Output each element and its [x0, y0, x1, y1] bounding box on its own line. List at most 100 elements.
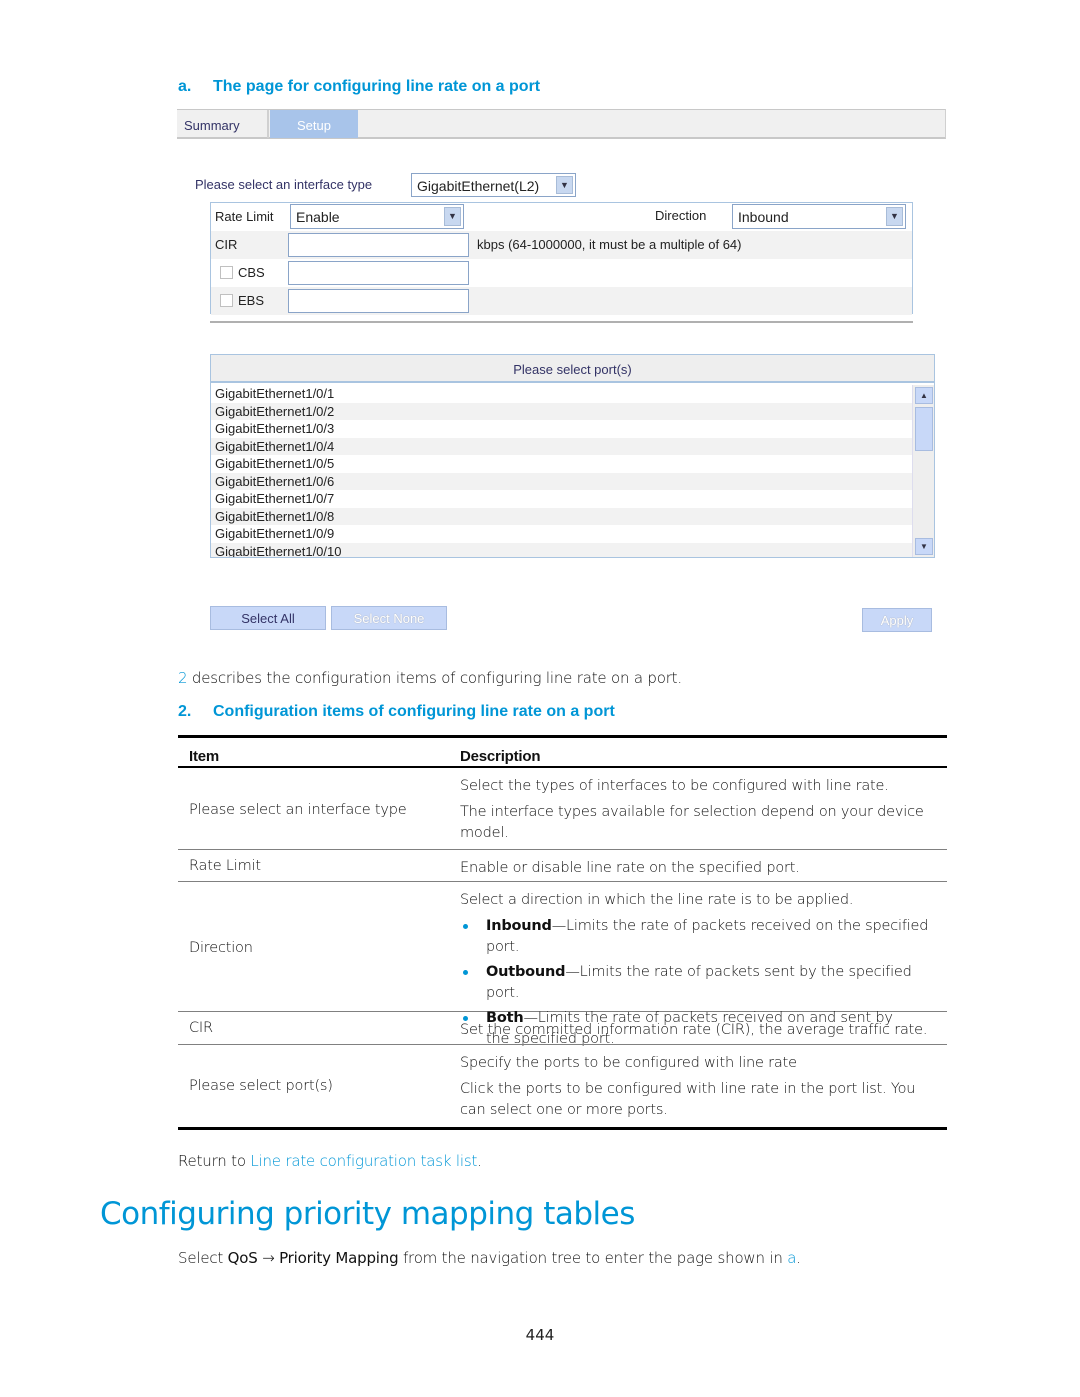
desc-line: Enable or disable line rate on the speci… — [460, 860, 800, 876]
form-row-cbs: CBS — [211, 259, 912, 287]
desc-line: Select the types of interfaces to be con… — [460, 778, 889, 794]
port-selector: Please select port(s) GigabitEthernet1/0… — [210, 354, 935, 558]
row-item: Rate Limit — [189, 858, 261, 874]
figure-caption-number: a. — [178, 78, 192, 95]
select-all-button[interactable]: Select All — [210, 606, 326, 630]
table-reference-link[interactable]: 2 — [178, 669, 188, 687]
scroll-up-arrow-icon[interactable]: ▲ — [915, 387, 933, 404]
ebs-checkbox[interactable] — [220, 294, 233, 307]
menu-qos: QoS — [227, 1249, 258, 1267]
form-row-ebs: EBS — [211, 287, 912, 315]
bullet-outbound: Outbound—Limits the rate of packets sent… — [460, 962, 947, 1004]
direction-value: Inbound — [738, 209, 789, 225]
port-item[interactable]: GigabitEthernet1/0/4 — [211, 437, 912, 455]
port-selector-header: Please select port(s) — [211, 355, 934, 383]
row-description: Enable or disable line rate on the speci… — [460, 850, 947, 885]
instruction-paragraph: Select QoS → Priority Mapping from the n… — [178, 1249, 801, 1267]
scroll-thumb[interactable] — [915, 407, 933, 451]
instruction-text: from the navigation tree to enter the pa… — [398, 1249, 788, 1267]
direction-select[interactable]: Inbound ▼ — [732, 204, 906, 229]
cbs-label: CBS — [238, 265, 265, 280]
row-description: Select the types of interfaces to be con… — [460, 768, 947, 850]
row-item: Please select port(s) — [189, 1078, 333, 1094]
form-row-cir: CIR kbps (64-1000000, it must be a multi… — [211, 231, 912, 259]
table-caption: 2. Configuration items of configuring lin… — [178, 703, 615, 721]
port-item[interactable]: GigabitEthernet1/0/1 — [211, 385, 912, 403]
chevron-down-icon[interactable]: ▼ — [556, 176, 573, 194]
ebs-label: EBS — [238, 293, 265, 308]
section-heading: Configuring priority mapping tables — [100, 1196, 635, 1232]
config-items-table: Item Description Please select an interf… — [178, 735, 947, 1130]
form-divider — [210, 321, 913, 323]
bullet-term: Inbound — [486, 918, 552, 934]
chevron-down-icon[interactable]: ▼ — [886, 207, 903, 226]
port-item[interactable]: GigabitEthernet1/0/7 — [211, 490, 912, 508]
chevron-down-icon[interactable]: ▼ — [444, 207, 461, 226]
arrow-right-icon: → — [257, 1249, 280, 1267]
port-list: GigabitEthernet1/0/1 GigabitEthernet1/0/… — [211, 385, 912, 557]
bullet-term: Outbound — [486, 964, 566, 980]
rate-limit-value: Enable — [296, 209, 340, 225]
figure-caption: a. The page for configuring line rate on … — [178, 78, 540, 96]
tab-setup[interactable]: Setup — [270, 110, 358, 138]
table-row: Direction Select a direction in which th… — [178, 882, 947, 1047]
interface-type-label: Please select an interface type — [195, 177, 373, 192]
table-row: Rate Limit Enable or disable line rate o… — [178, 850, 947, 882]
table-caption-text: Configuration items of configuring line … — [213, 703, 615, 720]
return-prefix: Return to — [178, 1152, 251, 1170]
port-item[interactable]: GigabitEthernet1/0/8 — [211, 507, 912, 525]
ebs-input[interactable] — [288, 289, 469, 313]
port-item[interactable]: GigabitEthernet1/0/9 — [211, 525, 912, 543]
header-item: Item — [189, 748, 220, 765]
return-line: Return to Line rate configuration task l… — [178, 1152, 482, 1170]
rate-limit-form: Rate Limit Enable ▼ Direction Inbound ▼ … — [210, 202, 913, 315]
table-caption-number: 2. — [178, 703, 192, 720]
port-list-scrollbar[interactable]: ▲ ▼ — [912, 385, 934, 557]
row-description: Set the committed information rate (CIR)… — [460, 1012, 947, 1047]
port-item[interactable]: GigabitEthernet1/0/5 — [211, 455, 912, 473]
bullet-text: —Limits the rate of packets received on … — [486, 918, 929, 955]
figure-caption-text: The page for configuring line rate on a … — [213, 78, 541, 95]
page-number: 444 — [525, 1326, 555, 1344]
bullet-inbound: Inbound—Limits the rate of packets recei… — [460, 916, 947, 958]
table-row: Please select an interface type Select t… — [178, 768, 947, 850]
tab-bar: Summary Setup — [177, 109, 946, 139]
figure-reference-link[interactable]: a — [787, 1249, 796, 1267]
apply-button[interactable]: Apply — [862, 608, 932, 632]
desc-line: Set the committed information rate (CIR)… — [460, 1022, 928, 1038]
cir-input[interactable] — [288, 233, 469, 257]
table-row: CIR Set the committed information rate (… — [178, 1012, 947, 1045]
task-list-link[interactable]: Line rate configuration task list — [250, 1152, 477, 1170]
table-header: Item Description — [178, 738, 947, 768]
port-item[interactable]: GigabitEthernet1/0/2 — [211, 402, 912, 420]
table-row: Please select port(s) Specify the ports … — [178, 1045, 947, 1130]
port-item[interactable]: GigabitEthernet1/0/10 — [211, 542, 912, 557]
tab-summary[interactable]: Summary — [177, 110, 269, 138]
rate-limit-select[interactable]: Enable ▼ — [290, 204, 464, 229]
row-item: Please select an interface type — [189, 802, 407, 818]
form-row-rate-limit: Rate Limit Enable ▼ Direction Inbound ▼ — [211, 203, 912, 231]
rate-limit-label: Rate Limit — [215, 209, 274, 224]
direction-label: Direction — [655, 208, 707, 223]
desc-line: Specify the ports to be configured with … — [460, 1055, 797, 1071]
return-suffix: . — [477, 1152, 482, 1170]
port-item[interactable]: GigabitEthernet1/0/3 — [211, 420, 912, 438]
instruction-end: . — [796, 1249, 801, 1267]
row-description: Specify the ports to be configured with … — [460, 1045, 947, 1127]
menu-priority-mapping: Priority Mapping — [279, 1249, 399, 1267]
intro-paragraph: 2 describes the configuration items of c… — [178, 669, 682, 687]
header-description: Description — [460, 748, 541, 765]
interface-type-select[interactable]: GigabitEthernet(L2) ▼ — [411, 173, 576, 197]
scroll-down-arrow-icon[interactable]: ▼ — [915, 538, 933, 555]
cbs-input[interactable] — [288, 261, 469, 285]
select-none-button[interactable]: Select None — [331, 606, 447, 630]
cbs-checkbox[interactable] — [220, 266, 233, 279]
desc-line: The interface types available for select… — [460, 804, 924, 841]
cir-hint: kbps (64-1000000, it must be a multiple … — [477, 237, 742, 252]
instruction-text: Select — [178, 1249, 228, 1267]
port-item[interactable]: GigabitEthernet1/0/6 — [211, 472, 912, 490]
interface-type-value: GigabitEthernet(L2) — [417, 178, 540, 194]
cir-label: CIR — [215, 237, 238, 252]
row-item: CIR — [189, 1020, 213, 1036]
intro-text: describes the configuration items of con… — [187, 669, 682, 687]
